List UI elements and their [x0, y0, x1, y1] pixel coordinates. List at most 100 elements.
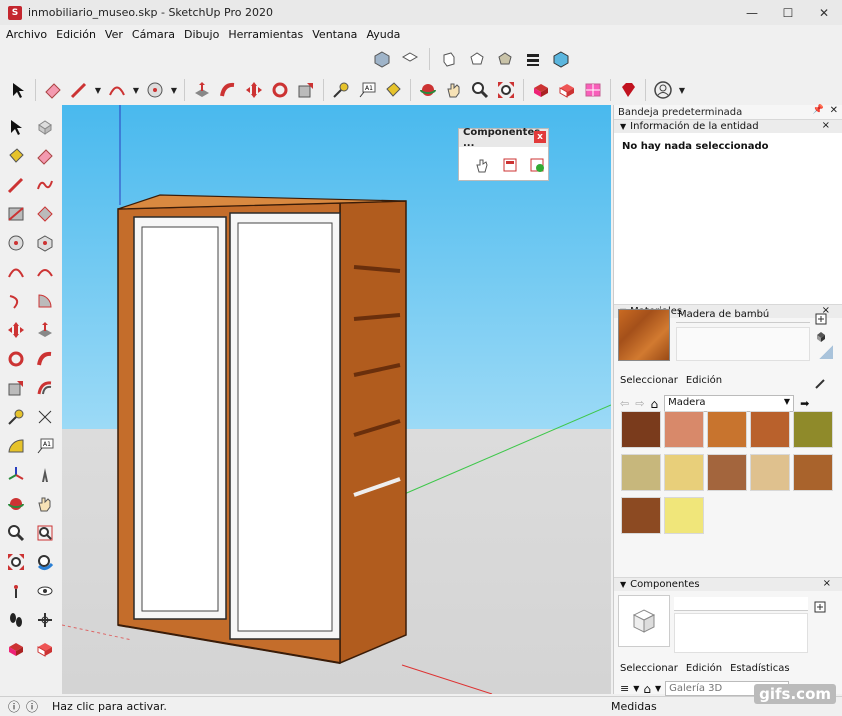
minimize-icon[interactable]: — [734, 0, 770, 25]
extension-warehouse-icon[interactable] [555, 78, 579, 102]
create-component-icon[interactable] [808, 595, 832, 619]
components-float-header[interactable]: Componentes ... x [459, 127, 548, 149]
back-view-icon[interactable] [493, 47, 517, 71]
pan-icon[interactable] [442, 78, 466, 102]
text-icon[interactable]: A1 [355, 78, 379, 102]
3d-text-icon[interactable] [32, 462, 58, 488]
material-name-field[interactable]: Madera de bambú [676, 309, 810, 323]
protractor-icon[interactable] [3, 433, 29, 459]
forward-arrow-icon[interactable]: ⇨ [635, 397, 644, 410]
close-icon[interactable]: × [822, 120, 830, 131]
position-camera-icon[interactable] [3, 578, 29, 604]
rotate-icon[interactable] [268, 78, 292, 102]
axes-icon[interactable] [3, 462, 29, 488]
warehouse-icon[interactable] [529, 78, 553, 102]
rotate-icon[interactable] [3, 346, 29, 372]
material-swatch[interactable] [793, 411, 833, 448]
arc-icon[interactable] [3, 259, 29, 285]
menu-ventana[interactable]: Ventana [312, 28, 357, 41]
chevron-down-icon[interactable]: ▼ [655, 684, 661, 693]
arc-icon[interactable] [105, 78, 129, 102]
chevron-down-icon[interactable]: ▼ [169, 78, 179, 102]
circle-icon[interactable] [3, 230, 29, 256]
close-icon[interactable]: × [823, 578, 831, 589]
previous-view-icon[interactable] [32, 549, 58, 575]
pin-icon[interactable]: 📌 [813, 105, 824, 115]
component-description-field[interactable] [674, 613, 808, 653]
dimension-icon[interactable] [32, 404, 58, 430]
pan-icon[interactable] [32, 491, 58, 517]
library-select[interactable]: Madera ▼ [664, 395, 795, 412]
walk-icon[interactable] [3, 607, 29, 633]
chevron-down-icon[interactable]: ▼ [131, 78, 141, 102]
material-resize-icon[interactable] [819, 345, 833, 359]
follow-me-icon[interactable] [216, 78, 240, 102]
eraser-icon[interactable] [41, 78, 65, 102]
rotated-rectangle-icon[interactable] [32, 201, 58, 227]
zoom-window-icon[interactable] [32, 520, 58, 546]
chevron-down-icon[interactable]: ▼ [93, 78, 103, 102]
viewport-3d[interactable] [62, 105, 611, 694]
close-icon[interactable]: ✕ [806, 0, 842, 25]
text-icon[interactable]: A1 [32, 433, 58, 459]
tab-edicion[interactable]: Edición [686, 375, 722, 386]
paint-bucket-icon[interactable] [381, 78, 405, 102]
eraser-icon[interactable] [32, 143, 58, 169]
front-view-icon[interactable] [437, 47, 461, 71]
menu-edicion[interactable]: Edición [56, 28, 96, 41]
close-icon[interactable]: ✕ [830, 105, 838, 116]
tape-measure-icon[interactable] [3, 404, 29, 430]
material-swatch[interactable] [750, 411, 790, 448]
tab-seleccionar[interactable]: Seleccionar [620, 375, 678, 386]
menu-ayuda[interactable]: Ayuda [366, 28, 400, 41]
rectangle-icon[interactable] [3, 201, 29, 227]
top-view-icon[interactable] [398, 47, 422, 71]
material-swatch[interactable] [750, 454, 790, 491]
move-icon[interactable] [3, 317, 29, 343]
tab-edicion[interactable]: Edición [686, 663, 722, 674]
material-swatch[interactable] [664, 497, 704, 534]
material-swatch[interactable] [621, 454, 661, 491]
three-point-arc-icon[interactable] [3, 288, 29, 314]
paint-bucket-icon[interactable] [3, 143, 29, 169]
line-icon[interactable] [3, 172, 29, 198]
select-icon[interactable] [6, 78, 30, 102]
two-point-arc-icon[interactable] [32, 259, 58, 285]
tape-measure-icon[interactable] [329, 78, 353, 102]
look-around-icon[interactable] [32, 578, 58, 604]
left-view-icon[interactable] [521, 47, 545, 71]
offset-icon[interactable] [32, 375, 58, 401]
help-icon[interactable]: ⓘ [26, 698, 38, 715]
make-component-icon[interactable] [32, 114, 58, 140]
material-swatch[interactable] [621, 497, 661, 534]
home-icon[interactable]: ⌂ [650, 397, 658, 411]
menu-archivo[interactable]: Archivo [6, 28, 47, 41]
view-options-icon[interactable]: ≡ [620, 682, 629, 695]
scale-icon[interactable] [294, 78, 318, 102]
component-options-icon[interactable] [499, 153, 521, 177]
material-swatch[interactable] [707, 454, 747, 491]
section-plane-icon[interactable] [32, 607, 58, 633]
pencil-icon[interactable] [67, 78, 91, 102]
pie-icon[interactable] [32, 288, 58, 314]
layout-icon[interactable] [581, 78, 605, 102]
chevron-down-icon[interactable]: ▼ [633, 684, 639, 693]
back-arrow-icon[interactable]: ⇦ [620, 397, 629, 410]
components-header[interactable]: ▼ Componentes × [614, 577, 842, 591]
component-name-field[interactable] [674, 597, 808, 611]
warehouse-icon[interactable] [3, 636, 29, 662]
push-pull-icon[interactable] [190, 78, 214, 102]
freehand-icon[interactable] [32, 172, 58, 198]
orbit-icon[interactable] [416, 78, 440, 102]
ruby-icon[interactable] [616, 78, 640, 102]
style-xray-icon[interactable] [549, 47, 573, 71]
move-icon[interactable] [242, 78, 266, 102]
material-swatch[interactable] [793, 454, 833, 491]
select-icon[interactable] [3, 114, 29, 140]
entity-info-header[interactable]: ▼ Información de la entidad × [614, 119, 842, 133]
details-arrow-icon[interactable]: ➡ [800, 397, 809, 410]
interact-icon[interactable] [471, 153, 493, 177]
iso-view-icon[interactable] [370, 47, 394, 71]
account-icon[interactable] [651, 78, 675, 102]
zoom-extents-icon[interactable] [3, 549, 29, 575]
